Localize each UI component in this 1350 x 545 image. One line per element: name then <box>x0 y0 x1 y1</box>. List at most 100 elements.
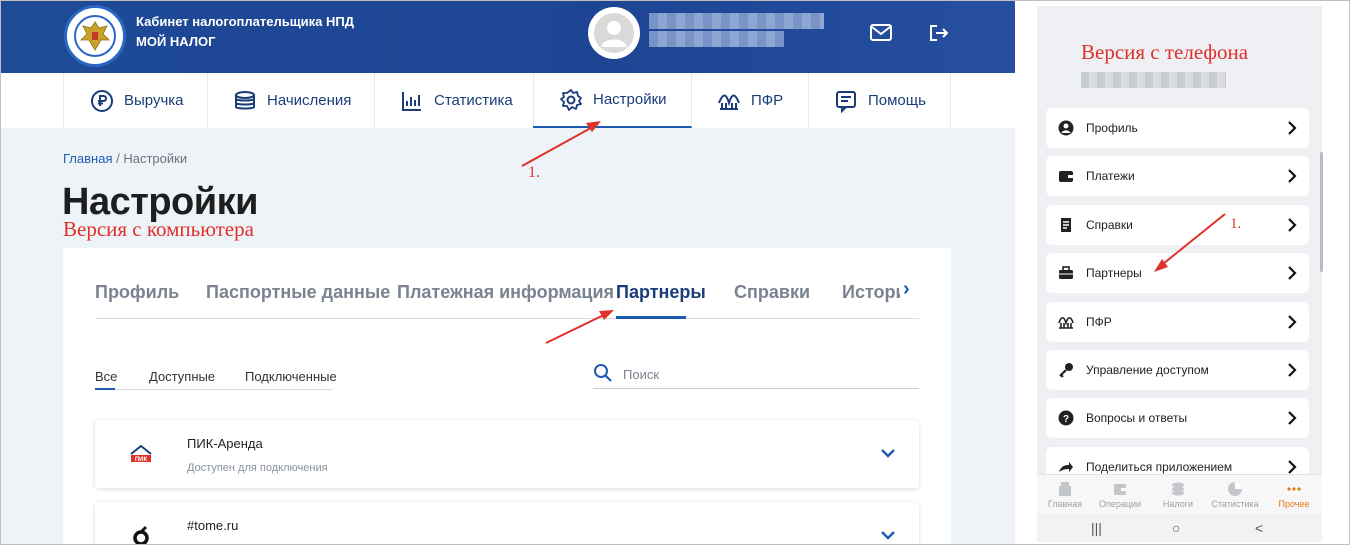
bottom-nav-label: Налоги <box>1162 499 1194 509</box>
key-icon <box>1059 363 1073 378</box>
document-icon <box>1061 218 1071 232</box>
chevron-right-icon <box>1288 363 1297 377</box>
filter-divider <box>95 389 333 390</box>
help-list-icon <box>836 90 856 113</box>
breadcrumb-home-link[interactable]: Главная <box>63 151 112 166</box>
phone-bottom-nav: Главная Операции Налоги Статистика Проче… <box>1037 474 1322 514</box>
question-icon: ? <box>1058 410 1074 426</box>
mail-icon[interactable] <box>869 23 893 43</box>
logout-icon[interactable] <box>927 23 951 43</box>
bar-chart-icon <box>402 91 421 111</box>
step-1-label: 1. <box>528 164 540 181</box>
nav-item-help[interactable]: Помощь <box>808 73 951 128</box>
nav-label: Настройки <box>593 91 667 108</box>
active-tab-underline <box>616 316 686 319</box>
phone-menu-label: Управление доступом <box>1086 363 1209 377</box>
bottom-nav-label: Статистика <box>1211 499 1259 509</box>
recent-apps-button[interactable]: ||| <box>1091 520 1102 536</box>
top-header: Кабинет налогоплательщика НПД МОЙ НАЛОГ <box>1 1 1015 73</box>
gear-icon <box>560 88 582 111</box>
nav-label: Начисления <box>267 92 352 109</box>
filter-available[interactable]: Доступные <box>149 369 215 384</box>
breadcrumb-current: Настройки <box>123 151 188 166</box>
svg-text:?: ? <box>1063 414 1069 425</box>
partner-card[interactable]: ПИК ПИК-Аренда Доступен для подключения <box>95 420 919 488</box>
tab-profile[interactable]: Профиль <box>95 282 179 303</box>
tab-certificates[interactable]: Справки <box>734 282 810 303</box>
phone-version-caption: Версия с телефона <box>1081 40 1249 64</box>
phone-step-1-label: 1. <box>1230 216 1242 232</box>
phone-version: Версия с телефона Профиль Платежи Справк… <box>1037 6 1322 542</box>
phone-menu-pfr[interactable]: ПФР <box>1046 302 1309 342</box>
bottom-nav-statistics[interactable]: Статистика <box>1207 481 1263 509</box>
nav-item-charges[interactable]: Начисления <box>207 73 375 128</box>
tabs-divider <box>95 318 919 319</box>
bottom-nav-home[interactable]: Главная <box>1037 481 1093 509</box>
search-input[interactable] <box>623 363 903 385</box>
user-icon <box>1058 120 1074 136</box>
blurred-user-name <box>649 13 824 29</box>
pfr-logo-icon <box>718 94 740 110</box>
fns-emblem-logo[interactable] <box>64 5 126 67</box>
nav-item-revenue[interactable]: Выручка <box>63 73 208 128</box>
user-silhouette-icon <box>594 13 634 53</box>
desktop-version-caption: Версия с компьютера <box>63 217 254 241</box>
phone-scrollbar[interactable] <box>1320 152 1323 272</box>
pfr-logo-icon <box>1058 316 1074 329</box>
back-button[interactable]: < <box>1255 520 1263 536</box>
tab-partners[interactable]: Партнеры <box>616 282 706 303</box>
tab-passport[interactable]: Паспортные данные <box>206 282 390 303</box>
operations-icon <box>1114 484 1126 495</box>
pie-icon <box>1228 482 1242 496</box>
blurred-phone-user <box>1081 72 1226 88</box>
tab-payment-info[interactable]: Платежная информация <box>397 282 614 303</box>
partner-search <box>593 361 919 389</box>
phone-menu-label: Вопросы и ответы <box>1086 411 1188 425</box>
home-button[interactable]: ○ <box>1172 520 1180 536</box>
chevron-right-icon <box>1288 411 1297 425</box>
blurred-user-inn <box>649 31 784 47</box>
pik-logo-icon: ПИК <box>130 444 152 463</box>
phone-menu-faq[interactable]: ? Вопросы и ответы <box>1046 398 1309 438</box>
phone-menu-label: Партнеры <box>1086 266 1142 280</box>
briefcase-icon <box>1059 266 1073 279</box>
more-icon <box>1287 487 1301 491</box>
search-icon <box>594 364 612 382</box>
partner-name: #tome.ru <box>187 518 239 533</box>
ruble-icon <box>91 89 113 112</box>
home-icon <box>1059 482 1071 496</box>
desktop-version: Кабинет налогоплательщика НПД МОЙ НАЛОГ … <box>1 1 1015 544</box>
nav-label: Выручка <box>124 92 184 109</box>
bottom-nav-more[interactable]: Прочее <box>1266 481 1322 509</box>
phone-menu-partners[interactable]: Партнеры <box>1046 253 1309 293</box>
bottom-nav-label: Операции <box>1098 499 1142 509</box>
partner-card[interactable]: #tome.ru <box>95 502 919 544</box>
chevron-down-icon[interactable] <box>879 444 897 462</box>
chevron-down-icon[interactable] <box>879 526 897 544</box>
wallet-icon <box>1059 171 1073 182</box>
active-filter-underline <box>95 388 115 390</box>
phone-menu-label: Справки <box>1086 218 1133 232</box>
phone-menu-label: Профиль <box>1086 121 1138 135</box>
chevron-right-icon <box>1288 315 1297 329</box>
phone-menu-access[interactable]: Управление доступом <box>1046 350 1309 390</box>
coins-stack-icon <box>235 90 255 109</box>
filter-all[interactable]: Все <box>95 369 117 384</box>
tab-history[interactable]: История <box>842 282 900 303</box>
phone-menu-profile[interactable]: Профиль <box>1046 108 1309 148</box>
bottom-nav-taxes[interactable]: Налоги <box>1150 481 1206 509</box>
nav-label: Статистика <box>434 92 513 109</box>
filter-connected[interactable]: Подключенные <box>245 369 337 384</box>
nav-item-settings[interactable]: Настройки <box>533 73 692 128</box>
nav-item-statistics[interactable]: Статистика <box>374 73 534 128</box>
brand-subtitle: МОЙ НАЛОГ <box>136 34 216 49</box>
nav-item-pfr[interactable]: ПФР <box>691 73 809 128</box>
avatar[interactable] <box>588 7 640 59</box>
chevron-right-icon <box>1288 169 1297 183</box>
svg-text:ПИК: ПИК <box>135 457 148 463</box>
bottom-nav-operations[interactable]: Операции <box>1092 481 1148 509</box>
settings-card: Профиль Паспортные данные Платежная инфо… <box>63 248 951 544</box>
tabs-next-chevron-icon[interactable]: › <box>903 278 919 300</box>
phone-menu-payments[interactable]: Платежи <box>1046 156 1309 196</box>
phone-menu-certificates[interactable]: Справки <box>1046 205 1309 245</box>
